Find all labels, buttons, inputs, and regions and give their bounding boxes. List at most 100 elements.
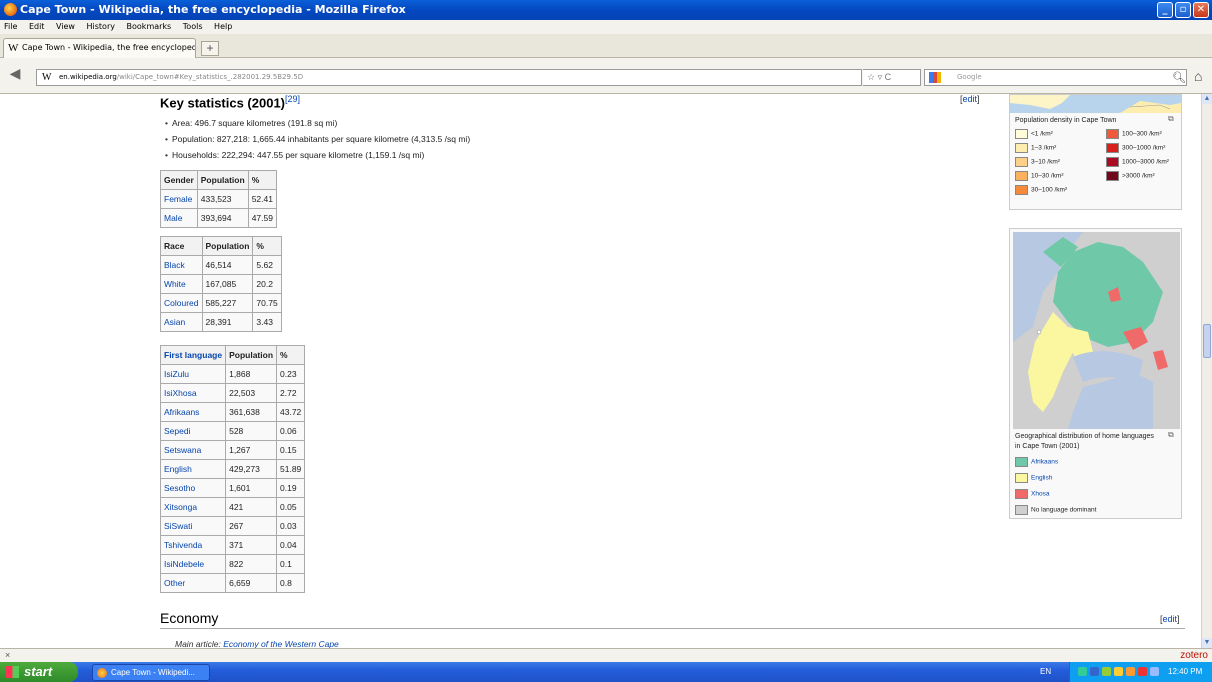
scroll-up-icon[interactable]: ▲ [1202,94,1212,104]
wikipedia-icon: W [42,72,52,83]
taskbar-item-firefox[interactable]: Cape Town - Wikipedi... [92,664,210,681]
table-header[interactable]: First language [159,345,227,365]
table-cell-link[interactable]: Asian [160,312,203,332]
table-row: Setswana 1,267 0.15 [159,440,306,460]
tray-icon[interactable] [1150,667,1159,676]
list-item: Area: 496.7 square kilometres (191.8 sq … [165,115,470,131]
table-cell: 167,085 [201,274,254,294]
table-cell: 20.2 [252,274,282,294]
legend-label: 1000–3000 /km² [1122,158,1169,166]
bookmark-star-icon[interactable]: ☆ [867,72,875,82]
dropdown-icon[interactable]: ▿ [878,72,883,82]
table-cell-link[interactable]: Coloured [160,293,203,313]
menu-tools[interactable]: Tools [183,22,203,31]
back-arrow-icon[interactable]: ◀ [5,64,25,84]
table-cell: 51.89 [276,459,306,479]
tab-cape-town[interactable]: W Cape Town - Wikipedia, the free encycl… [3,38,196,58]
url-actions: ☆ ▿ C [863,69,921,86]
table-header: Race [160,236,203,256]
table-cell-link[interactable]: Black [160,255,203,275]
legend-label[interactable]: Afrikaans [1031,459,1058,466]
url-bar[interactable]: W en.wikipedia.org/wiki/Cape_town#Key_st… [36,69,862,86]
table-cell: 6,659 [225,573,278,593]
scroll-down-icon[interactable]: ▼ [1202,638,1212,648]
table-cell-link[interactable]: Tshivenda [159,535,227,555]
google-icon[interactable] [929,72,941,83]
close-addon-bar-icon[interactable]: × [5,649,10,662]
close-window-button[interactable]: ✕ [1193,2,1209,18]
new-tab-button[interactable]: + [201,41,219,56]
table-cell-link[interactable]: Male [160,208,198,228]
minimize-button[interactable]: _ [1157,2,1173,18]
legend-item: 300–1000 /km² [1106,143,1165,153]
menu-file[interactable]: File [4,22,17,31]
table-cell-link[interactable]: Female [160,189,198,209]
table-cell: 52.41 [247,189,277,209]
legend-label: 3–10 /km² [1031,158,1060,166]
table-row: Sepedi 528 0.06 [159,421,306,441]
density-map-image[interactable] [1010,95,1181,113]
window-titlebar[interactable]: Cape Town - Wikipedia, the free encyclop… [0,0,1212,20]
tray-icon[interactable] [1114,667,1123,676]
tray-icon[interactable] [1078,667,1087,676]
table-cell-link[interactable]: English [159,459,227,479]
table-cell-link[interactable]: IsiZulu [159,364,227,384]
table-header: Population [201,236,254,256]
scrollbar-thumb[interactable] [1203,324,1211,358]
table-row: IsiZulu 1,868 0.23 [159,364,306,384]
menu-help[interactable]: Help [214,22,232,31]
table-header-row: Gender Population % [160,170,277,190]
edit-label[interactable]: edit [1163,614,1178,624]
legend-label[interactable]: Xhosa [1031,491,1049,498]
home-icon[interactable]: ⌂ [1194,68,1202,84]
edit-link[interactable]: [edit] [960,94,980,104]
table-row: Asian 28,391 3.43 [160,312,282,332]
expand-icon[interactable]: ⧉ [1168,114,1174,124]
table-cell-link[interactable]: IsiNdebele [159,554,227,574]
table-cell-link[interactable]: Other [159,573,227,593]
clock[interactable]: 12:40 PM [1168,662,1202,682]
table-cell-link[interactable]: Afrikaans [159,402,227,422]
table-cell-link[interactable]: Sesotho [159,478,227,498]
table-cell-link[interactable]: Sepedi [159,421,227,441]
menu-view[interactable]: View [56,22,75,31]
menu-edit[interactable]: Edit [29,22,45,31]
maximize-button[interactable]: ▫ [1175,2,1191,18]
table-cell-link[interactable]: SiSwati [159,516,227,536]
table-cell: 0.19 [276,478,306,498]
table-cell-link[interactable]: Xitsonga [159,497,227,517]
table-cell-link[interactable]: Setswana [159,440,227,460]
vertical-scrollbar[interactable]: ▲ ▼ [1201,94,1212,648]
reload-icon[interactable]: C [885,72,892,82]
language-indicator[interactable]: EN [1040,662,1051,682]
edit-label[interactable]: edit [963,94,978,104]
table-row: Afrikaans 361,638 43.72 [159,402,306,422]
tray-icon[interactable] [1090,667,1099,676]
menu-bookmarks[interactable]: Bookmarks [127,22,172,31]
reference-link[interactable]: [29] [285,94,300,104]
start-button[interactable]: start [0,662,78,682]
expand-icon[interactable]: ⧉ [1168,430,1174,440]
search-input[interactable]: Google [924,69,1187,86]
menu-history[interactable]: History [87,22,115,31]
legend-label[interactable]: English [1031,475,1052,482]
table-cell: 0.05 [276,497,306,517]
zotero-label[interactable]: zotero [1180,649,1208,662]
language-map-image[interactable] [1013,232,1180,429]
table-cell: 22,503 [225,383,278,403]
legend-item: No language dominant [1015,505,1096,515]
language-map-box: Geographical distribution of home langua… [1009,228,1182,519]
legend-item: 1000–3000 /km² [1106,157,1169,167]
table-cell-link[interactable]: IsiXhosa [159,383,227,403]
table-cell-link[interactable]: White [160,274,203,294]
economy-edit-link[interactable]: [edit] [1160,614,1180,624]
legend-swatch [1015,157,1028,167]
table-cell: 0.23 [276,364,306,384]
search-icon[interactable]: 🔍︎ [1172,71,1186,84]
table-header: % [247,170,277,190]
table-cell: 3.43 [252,312,282,332]
tray-icon[interactable] [1102,667,1111,676]
legend-label: 1–3 /km² [1031,144,1057,152]
tray-icon[interactable] [1138,667,1147,676]
tray-icon[interactable] [1126,667,1135,676]
